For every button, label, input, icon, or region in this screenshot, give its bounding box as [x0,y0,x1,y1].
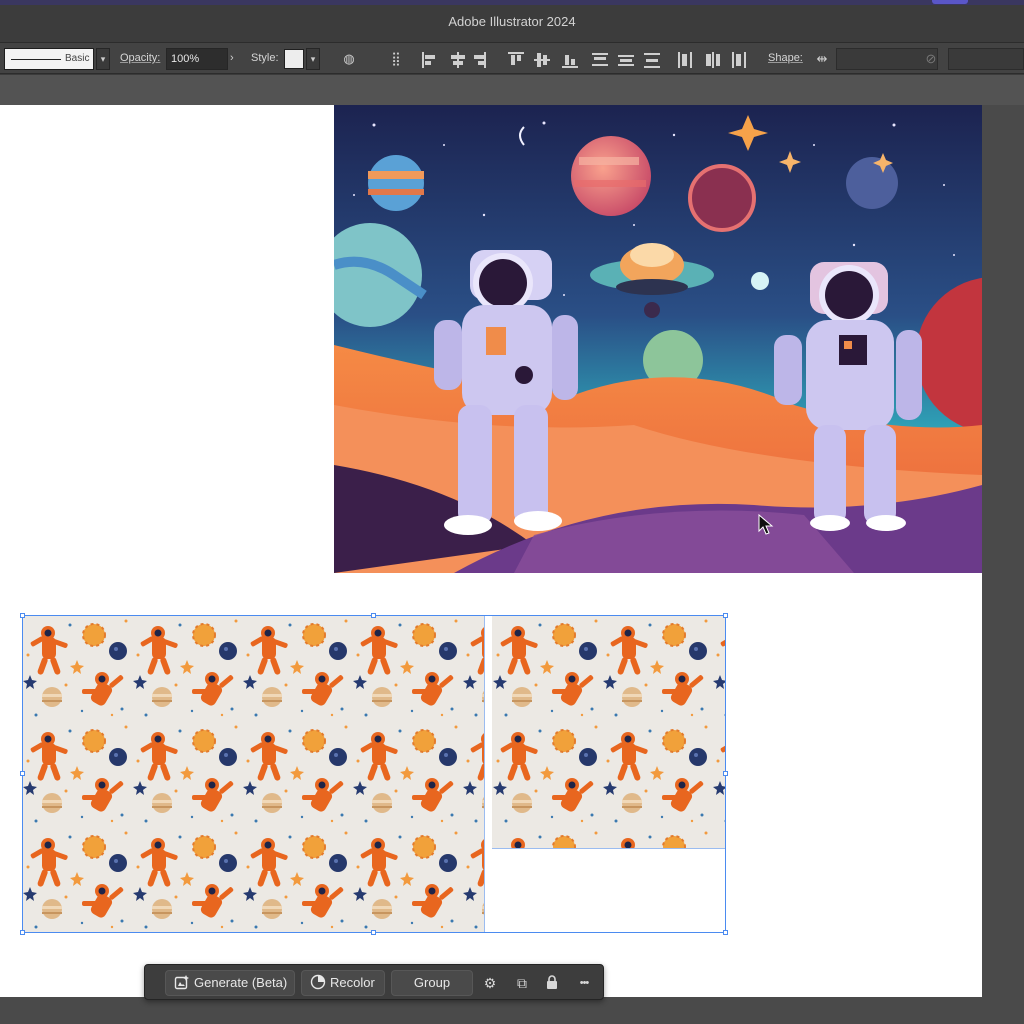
handle-bottom-center[interactable] [371,930,376,935]
space-illustration-graphic [334,105,982,573]
recolor-icon [310,974,326,990]
handle-bottom-left[interactable] [20,930,25,935]
group-label: Group [413,975,451,990]
handle-top-left[interactable] [20,613,25,618]
align-distribute-icons[interactable] [420,51,750,69]
generate-beta-label: Generate (Beta) [194,975,288,990]
contextual-task-bar: Generate (Beta) Recolor Group ⚙ ⧉ ••• [144,964,604,1000]
handle-middle-right[interactable] [723,771,728,776]
constrain-icon[interactable]: ⊘ [922,51,940,67]
stroke-profile-label: Basic [65,53,90,64]
style-label: Style: [251,52,279,64]
shape-height-field[interactable] [948,48,1024,70]
opacity-input[interactable]: 100% [166,48,228,70]
chevron-down-icon: ▾ [100,54,106,64]
stroke-line-preview [11,59,61,60]
lock-icon[interactable] [543,974,561,992]
chevron-right-icon[interactable]: › [230,52,234,64]
settings-icon[interactable]: ⚙ [481,974,499,992]
recolor-label: Recolor [330,975,375,990]
handle-top-right[interactable] [723,613,728,618]
recolor-button[interactable]: Recolor [301,970,385,996]
vertical-scroll-area[interactable] [982,105,1024,1024]
graphic-style-dropdown[interactable]: ▾ [306,48,320,70]
align-to-icon[interactable]: ⣿ [384,51,408,67]
width-icon[interactable]: ⇹ [813,51,831,67]
generate-icon [174,974,190,990]
control-bar: Basic ▾ Opacity: 100% › Style: ▾ ◍ ⣿ Sha… [0,42,1024,74]
arrange-icon[interactable]: ⧉ [513,974,531,992]
more-options-icon[interactable]: ••• [573,974,595,992]
generate-beta-button[interactable]: Generate (Beta) [165,970,295,996]
shape-label: Shape: [768,52,803,64]
horizontal-scroll-area[interactable] [0,997,982,1024]
workspace-gap [0,75,1024,105]
title-accent-tab [932,0,968,4]
illustrator-window: Adobe Illustrator 2024 Basic ▾ Opacity: … [0,0,1024,1024]
title-accent [0,0,1024,5]
selection-bounding-box[interactable] [22,615,726,933]
handle-middle-left[interactable] [20,771,25,776]
graphic-style-swatch[interactable] [284,49,304,69]
chevron-down-icon: ▾ [310,54,316,64]
stroke-profile-dropdown[interactable]: ▾ [96,48,110,70]
stroke-profile-field[interactable]: Basic [4,48,94,70]
app-title: Adobe Illustrator 2024 [448,14,576,29]
space-illustration[interactable] [334,105,982,573]
opacity-label: Opacity: [120,52,161,64]
group-button[interactable]: Group [391,970,473,996]
handle-top-center[interactable] [371,613,376,618]
recolor-globe-icon[interactable]: ◍ [340,51,358,67]
title-bar: Adobe Illustrator 2024 [0,0,1024,42]
handle-bottom-right[interactable] [723,930,728,935]
